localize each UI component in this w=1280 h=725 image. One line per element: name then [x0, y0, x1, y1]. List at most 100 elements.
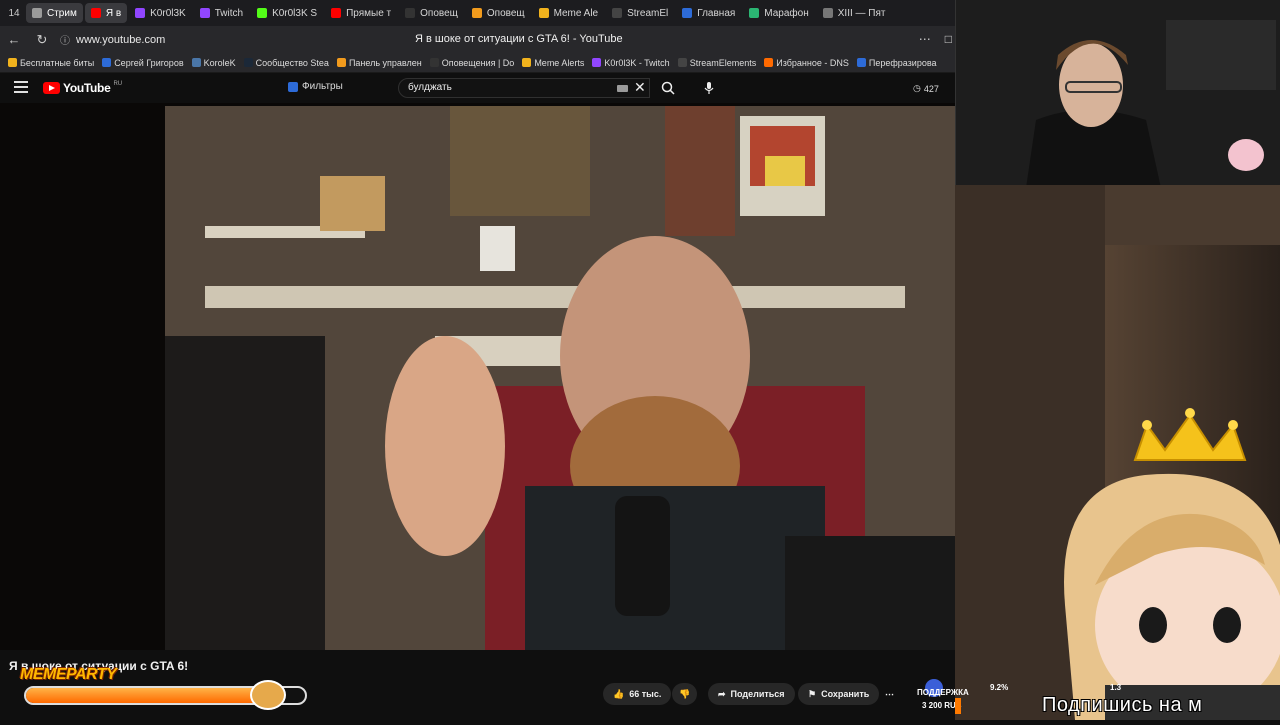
- filters-label: Фильтры: [302, 81, 343, 92]
- bookmark-label: Избранное - DNS: [776, 57, 849, 68]
- tab-favicon-icon: [135, 8, 146, 18]
- browser-tab[interactable]: Стрим: [26, 3, 83, 23]
- more-actions-button[interactable]: ⋯: [879, 683, 900, 705]
- tab-count[interactable]: 14: [4, 4, 24, 22]
- bookmark-item[interactable]: StreamElements: [677, 57, 757, 68]
- reload-icon[interactable]: ↻: [28, 26, 56, 53]
- like-count: 66 тыс.: [629, 689, 662, 699]
- keyboard-icon[interactable]: [617, 85, 628, 92]
- microphone-icon: [704, 82, 714, 94]
- support-label: ПОДДЕРЖКА: [917, 688, 969, 697]
- tab-favicon-icon: [822, 8, 833, 18]
- tab-label: K0r0l3K S: [272, 7, 318, 19]
- bookmark-item[interactable]: KoroleK: [191, 58, 236, 68]
- browser-tab[interactable]: Прямые т: [325, 3, 397, 23]
- share-label: Поделиться: [730, 689, 785, 699]
- support-percent-secondary: 1.3: [1110, 683, 1122, 692]
- stream-overlay-panel: [955, 185, 1280, 720]
- tab-label: StreamEl: [627, 7, 669, 19]
- search-button[interactable]: [652, 78, 684, 98]
- tab-favicon-icon: [682, 8, 693, 18]
- tab-label: Twitch: [214, 7, 244, 19]
- browser-tab[interactable]: Марафон: [743, 3, 814, 23]
- tab-favicon-icon: [612, 8, 623, 18]
- browser-tab[interactable]: Главная: [676, 3, 741, 23]
- bookmark-label: Бесплатные биты: [20, 57, 95, 68]
- dislike-button[interactable]: 👎: [672, 683, 698, 705]
- browser-tab[interactable]: Meme Ale: [533, 3, 604, 23]
- bookmark-item[interactable]: Сообщество Stea: [243, 57, 329, 68]
- tab-strip: 14 Стрим Я в K0r0l3K Twitch K0r0l3K S Прямые …: [0, 0, 960, 26]
- bookmark-item[interactable]: K0r0l3K - Twitch: [592, 57, 670, 68]
- share-button[interactable]: ➦ Поделиться: [708, 683, 795, 705]
- tab-label: XIII — Пят: [837, 7, 886, 19]
- tab-favicon-icon: [405, 8, 416, 18]
- tab-favicon-icon: [90, 8, 101, 18]
- bookmark-item[interactable]: Перефразирова: [856, 57, 937, 68]
- save-icon: ⚑: [808, 688, 817, 699]
- bookmark-label: Сергей Григоров: [114, 57, 184, 68]
- support-progress-marker: [955, 698, 961, 714]
- bookmark-item[interactable]: Meme Alerts: [522, 58, 584, 68]
- browser-tab[interactable]: XIII — Пят: [817, 3, 892, 23]
- search-icon: [661, 81, 675, 95]
- like-button[interactable]: 👍 66 тыс.: [603, 683, 672, 705]
- bookmark-favicon-icon: [243, 58, 253, 67]
- bookmark-favicon-icon: [102, 58, 112, 67]
- thumbs-down-icon: 👎: [679, 688, 691, 699]
- save-button[interactable]: ⚑ Сохранить: [798, 683, 880, 705]
- bookmark-item[interactable]: Оповещения | Do: [429, 57, 515, 68]
- youtube-logo[interactable]: YouTube RU: [43, 81, 122, 95]
- search-input[interactable]: булджать: [398, 78, 650, 98]
- voice-search-button[interactable]: [700, 79, 718, 97]
- url-field[interactable]: www.youtube.com: [76, 34, 165, 46]
- bookmark-item[interactable]: Сергей Григоров: [102, 57, 184, 68]
- tab-label: Я в: [105, 7, 122, 19]
- clear-search-icon[interactable]: ✕: [634, 79, 646, 96]
- tab-favicon-icon: [538, 8, 549, 18]
- memeparty-progress-fill: [26, 688, 255, 703]
- bookmark-icon[interactable]: □: [945, 32, 952, 46]
- video-player[interactable]: [0, 103, 960, 650]
- bookmark-favicon-icon: [429, 58, 439, 67]
- doge-avatar: [250, 680, 286, 710]
- more-icon: ⋯: [885, 688, 894, 699]
- bookmark-label: Перефразирова: [868, 57, 937, 68]
- clock-icon: ◷: [913, 83, 921, 93]
- browser-tab[interactable]: Я в: [84, 3, 128, 23]
- menu-icon[interactable]: ⋯: [919, 32, 931, 46]
- memeparty-label: MEMEPARTY: [20, 666, 117, 683]
- browser-tab[interactable]: K0r0l3K S: [251, 3, 323, 23]
- mascot-illustration: [955, 185, 1280, 720]
- bookmark-item[interactable]: Бесплатные биты: [8, 58, 94, 68]
- tab-label: K0r0l3K: [150, 7, 186, 19]
- bookmark-favicon-icon: [764, 58, 774, 67]
- browser-tab[interactable]: Оповещ: [399, 3, 464, 23]
- bookmark-label: Meme Alerts: [534, 57, 585, 68]
- browser-tab[interactable]: Оповещ: [466, 3, 531, 23]
- hamburger-menu-icon[interactable]: [14, 81, 28, 93]
- bookmark-label: StreamElements: [689, 57, 757, 68]
- youtube-region: RU: [113, 81, 123, 87]
- filters-button[interactable]: Фильтры: [288, 81, 343, 92]
- bookmark-item[interactable]: Избранное - DNS: [764, 58, 849, 68]
- support-percent: 9.2%: [990, 683, 1009, 692]
- browser-tab[interactable]: StreamEl: [606, 3, 674, 23]
- youtube-header: YouTube RU Фильтры булджать ✕ ◷ 427: [0, 73, 960, 103]
- tab-favicon-icon: [471, 8, 482, 18]
- share-icon: ➦: [718, 688, 726, 699]
- subscribe-ticker: Подпишись на м: [1042, 694, 1203, 716]
- address-bar: ← ↻ ⓘ www.youtube.com Я в шоке от ситуац…: [0, 26, 960, 53]
- filter-icon: [288, 81, 298, 92]
- back-icon[interactable]: ←: [0, 26, 28, 53]
- tab-label: Оповещ: [420, 7, 458, 19]
- browser-tab[interactable]: K0r0l3K: [129, 3, 192, 23]
- site-info-icon[interactable]: ⓘ: [60, 32, 70, 47]
- tab-favicon-icon: [257, 8, 268, 18]
- bookmark-label: K0r0l3K - Twitch: [604, 57, 670, 68]
- bookmark-label: Сообщество Stea: [255, 57, 329, 68]
- bookmark-item[interactable]: Панель управлен: [336, 58, 422, 68]
- bookmark-label: Оповещения | Do: [441, 57, 515, 68]
- browser-tab[interactable]: Twitch: [194, 3, 249, 23]
- save-label: Сохранить: [821, 689, 870, 699]
